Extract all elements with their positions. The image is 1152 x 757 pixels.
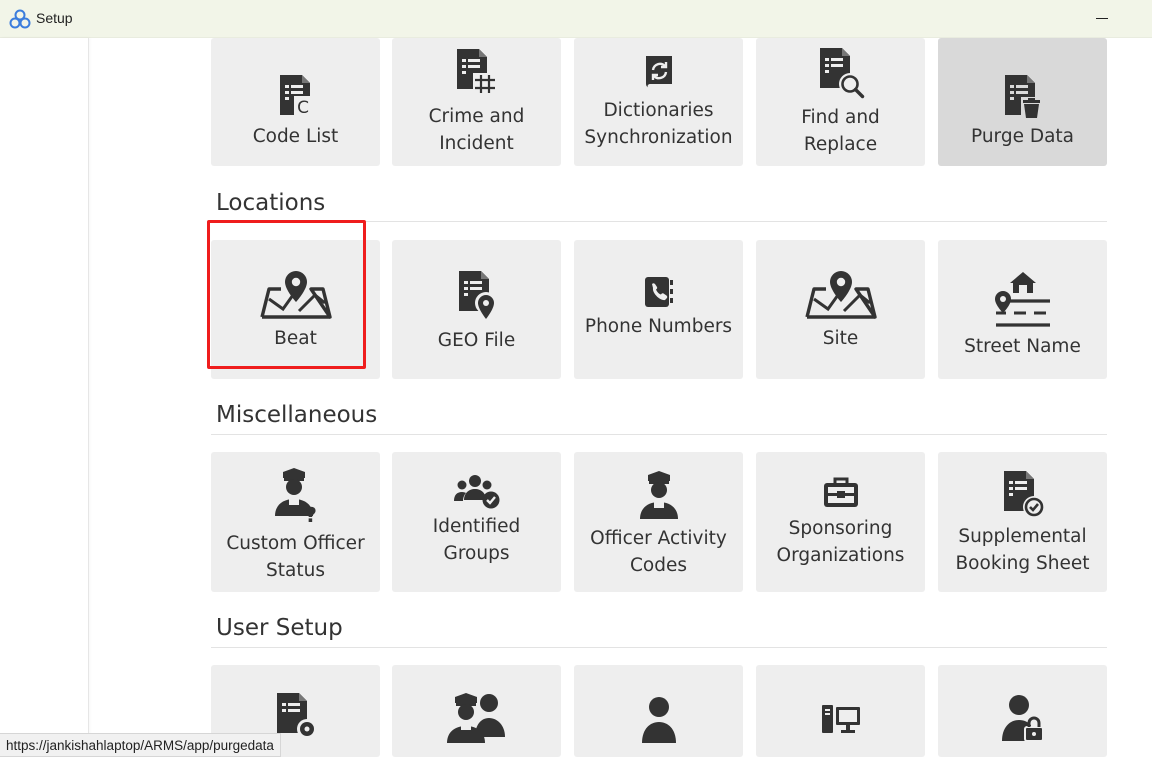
phone-book-icon bbox=[644, 277, 673, 307]
tile-custom-officer-status[interactable]: ? Custom Officer Status bbox=[211, 452, 380, 592]
group-check-icon bbox=[453, 475, 499, 509]
minimize-button[interactable] bbox=[1090, 6, 1116, 32]
tile-beat[interactable]: Beat bbox=[211, 240, 380, 379]
tile-label: Purge Data bbox=[970, 125, 1074, 147]
computer-icon bbox=[821, 705, 860, 733]
officer-icon bbox=[639, 471, 678, 519]
tile-user-setup-4[interactable] bbox=[756, 665, 925, 757]
tile-label: GEO File bbox=[437, 330, 516, 351]
map-pin-icon bbox=[259, 271, 332, 319]
tile-label: Officer Activity Codes bbox=[590, 528, 727, 576]
window-title: Setup bbox=[36, 10, 73, 26]
svg-text:?: ? bbox=[305, 503, 317, 526]
tile-supplemental-booking-sheet[interactable]: Supplemental Booking Sheet bbox=[938, 452, 1107, 592]
tile-geo-file[interactable]: GEO File bbox=[392, 240, 561, 379]
geo-file-icon bbox=[458, 271, 497, 319]
tile-phone-numbers[interactable]: Phone Numbers bbox=[574, 240, 743, 379]
section-title-locations: Locations bbox=[216, 190, 326, 216]
svg-text:C: C bbox=[297, 98, 309, 118]
crime-incident-icon bbox=[456, 49, 497, 95]
title-bar: Setup bbox=[0, 0, 1152, 38]
tile-label: Street Name bbox=[964, 336, 1081, 357]
section-title-user-setup: User Setup bbox=[216, 615, 343, 641]
tile-label: Code List bbox=[252, 125, 339, 147]
tile-label: Beat bbox=[274, 328, 317, 349]
tile-crime-and-incident[interactable]: Crime and Incident bbox=[392, 38, 561, 166]
tile-label: Site bbox=[822, 328, 859, 349]
purge-data-icon bbox=[1004, 74, 1043, 119]
tile-identified-groups[interactable]: Identified Groups bbox=[392, 452, 561, 592]
briefcase-icon bbox=[823, 477, 858, 507]
tile-user-setup-5[interactable] bbox=[938, 665, 1107, 757]
tile-user-setup-2[interactable] bbox=[392, 665, 561, 757]
tile-sponsoring-organizations[interactable]: Sponsoring Organizations bbox=[756, 452, 925, 592]
officer-question-icon: ? bbox=[274, 468, 317, 526]
status-bar-url: https://jankishahlaptop/ARMS/app/purgeda… bbox=[0, 733, 281, 757]
tile-site[interactable]: Site bbox=[756, 240, 925, 379]
tile-label: Phone Numbers bbox=[584, 316, 733, 337]
map-pin-icon bbox=[804, 271, 877, 319]
user-icon bbox=[641, 697, 676, 743]
tile-user-setup-3[interactable] bbox=[574, 665, 743, 757]
dictionary-sync-icon bbox=[645, 56, 672, 89]
section-divider bbox=[211, 434, 1107, 435]
tile-officer-activity-codes[interactable]: Officer Activity Codes bbox=[574, 452, 743, 592]
app-logo-icon bbox=[9, 9, 31, 29]
street-house-icon bbox=[994, 272, 1050, 327]
user-lock-icon bbox=[1001, 695, 1044, 742]
officer-group-icon bbox=[446, 693, 505, 743]
tile-street-name[interactable]: Street Name bbox=[938, 240, 1107, 379]
document-check-icon bbox=[1003, 471, 1045, 518]
tile-label: Crime and Incident bbox=[428, 106, 525, 154]
tile-purge-data[interactable]: Purge Data bbox=[938, 38, 1107, 166]
tile-label: Dictionaries Synchronization bbox=[584, 100, 733, 148]
sidebar bbox=[0, 38, 89, 757]
code-list-icon: C bbox=[279, 74, 312, 118]
section-divider bbox=[211, 647, 1107, 648]
tile-find-and-replace[interactable]: Find and Replace bbox=[756, 38, 925, 166]
tile-code-list[interactable]: C Code List bbox=[211, 38, 380, 166]
tile-label: Supplemental Booking Sheet bbox=[955, 526, 1090, 574]
find-replace-icon bbox=[819, 48, 864, 99]
section-divider bbox=[211, 221, 1107, 222]
section-title-miscellaneous: Miscellaneous bbox=[216, 402, 378, 428]
tile-label: Custom Officer Status bbox=[226, 533, 365, 581]
tile-dictionaries-synchronization[interactable]: Dictionaries Synchronization bbox=[574, 38, 743, 166]
tile-label: Sponsoring Organizations bbox=[776, 518, 905, 566]
tile-label: Find and Replace bbox=[801, 107, 880, 155]
tile-label: Identified Groups bbox=[432, 516, 521, 564]
